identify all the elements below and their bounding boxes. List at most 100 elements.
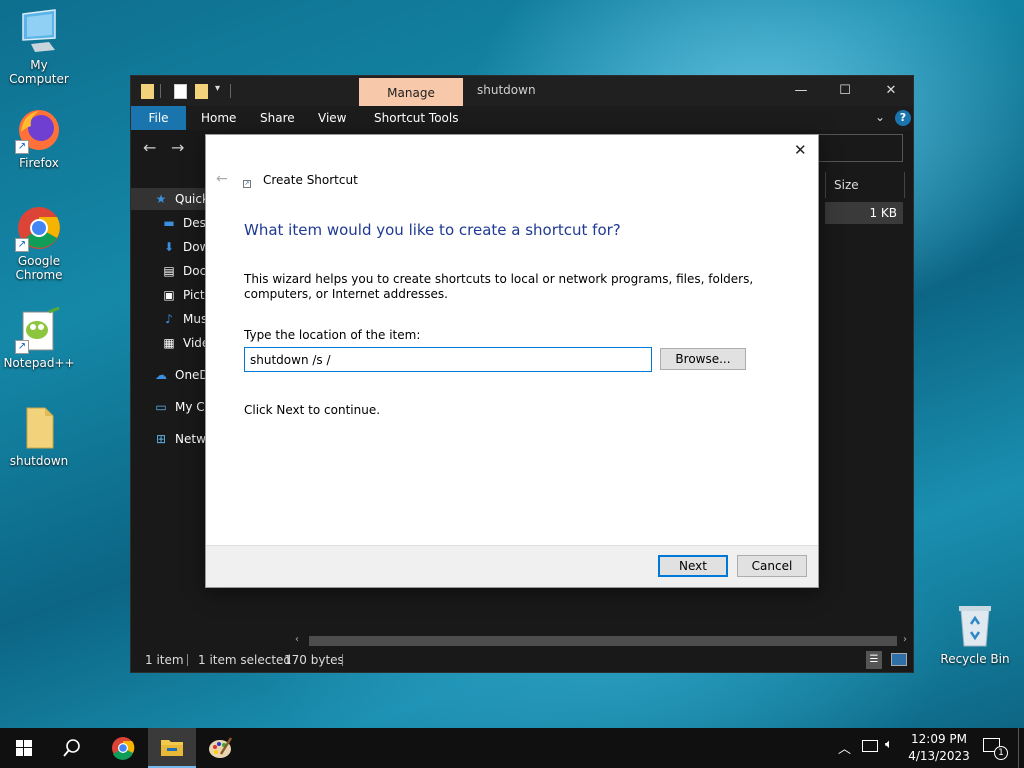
window-title: shutdown [477,83,536,97]
large-icons-view-icon[interactable] [891,653,907,666]
divider [187,654,188,666]
expand-ribbon-icon[interactable]: ⌄ [875,110,885,124]
shortcut-arrow-icon: ↗ [15,340,29,354]
desktop-icon-recycle-bin[interactable]: Recycle Bin [935,602,1015,666]
taskbar-paint[interactable] [197,728,245,768]
desktop-icon-label: shutdown [9,454,69,468]
notification-badge: 1 [994,746,1008,760]
video-icon: ▦ [163,336,175,350]
desktop-icon-label: Firefox [19,156,59,170]
desktop-icon-firefox[interactable]: ↗ Firefox [0,106,79,170]
back-arrow-icon[interactable]: ← [143,138,156,157]
divider [342,654,343,666]
folder-icon [141,84,154,99]
sidebar-item-onedrive[interactable]: ☁ OneD [153,364,209,386]
music-icon: ♪ [165,312,173,326]
shortcut-arrow-icon: ↗ [15,238,29,252]
taskbar-chrome[interactable] [99,728,147,768]
sidebar-item-label: Doc [183,264,207,278]
start-button[interactable] [0,728,48,768]
scroll-left-icon[interactable]: ‹ [295,634,299,645]
divider [160,84,161,98]
close-button[interactable]: ✕ [868,80,914,102]
search-button[interactable] [48,728,96,768]
desktop-icon-notepadpp[interactable]: ↗ Notepad++ [0,306,79,370]
show-hidden-icons-icon[interactable]: ︿ [838,738,851,757]
search-input[interactable] [811,134,903,162]
desktop-folder-icon: ▬ [163,216,175,230]
cancel-button[interactable]: Cancel [737,555,807,577]
document-icon: ▤ [163,264,175,278]
status-bar: 1 item 1 item selected 170 bytes ☰ [131,648,913,672]
column-header-label: Size [834,178,859,192]
dialog-title: Create Shortcut [263,173,358,187]
network-icon: ⊞ [155,432,167,446]
properties-icon[interactable] [174,84,187,99]
clock-date: 4/13/2023 [908,749,970,763]
download-icon: ⬇ [163,240,175,254]
sidebar-item-downloads[interactable]: ⬇ Dow [161,236,209,258]
clock[interactable]: 12:09 PM 4/13/2023 [906,731,972,765]
sidebar-item-my-computer[interactable]: ▭ My Co [153,396,212,418]
column-header-size[interactable]: Size [825,172,905,198]
create-shortcut-dialog: ✕ ← ↗ Create Shortcut What item would yo… [205,134,819,588]
status-selected: 1 item selected [198,653,292,667]
maximize-button[interactable]: ☐ [822,80,868,102]
tab-home[interactable]: Home [201,106,236,130]
sidebar-item-videos[interactable]: ▦ Vide [161,332,209,354]
paint-palette-icon [209,737,233,758]
desktop-icon-label: Notepad++ [3,356,75,370]
browse-button[interactable]: Browse... [660,348,746,370]
tab-shortcut-tools[interactable]: Shortcut Tools [374,106,459,130]
computer-icon [15,8,63,56]
taskbar-file-explorer[interactable] [148,728,196,768]
scroll-right-icon[interactable]: › [903,634,907,645]
cloud-icon: ☁ [155,368,167,382]
instruction-text: Click Next to continue. [244,403,381,417]
dialog-description: This wizard helps you to create shortcut… [244,272,754,301]
sidebar-item-label: Quick [175,192,209,206]
sidebar-item-quick-access[interactable]: ★ Quick [131,188,211,210]
notepadpp-icon: ↗ [15,306,63,354]
chrome-icon [112,737,135,760]
next-button[interactable]: Next [658,555,728,577]
back-arrow-icon[interactable]: ← [216,171,228,187]
firefox-icon: ↗ [15,106,63,154]
divider [230,84,231,98]
tab-view[interactable]: View [318,106,346,130]
sidebar-item-music[interactable]: ♪ Mus [161,308,207,330]
minimize-button[interactable]: — [778,80,824,102]
forward-arrow-icon[interactable]: → [171,138,184,157]
location-label: Type the location of the item: [244,328,421,342]
star-icon: ★ [155,192,167,206]
close-icon[interactable]: ✕ [794,141,807,159]
ribbon-tabs: File Home Share View Shortcut Tools ⌄ ? [131,106,913,130]
location-input[interactable] [244,347,652,372]
file-row-size: 1 KB [825,202,903,224]
file-icon [15,404,63,452]
tab-share[interactable]: Share [260,106,295,130]
desktop-icon-label: Google Chrome [15,254,63,282]
show-desktop-button[interactable] [1018,728,1024,768]
desktop-icon-label: Recycle Bin [940,652,1010,666]
volume-icon[interactable]: 🔈︎ [885,737,893,752]
desktop-icon-my-computer[interactable]: My Computer [0,8,79,86]
desktop-icon-shutdown[interactable]: shutdown [0,404,79,468]
sidebar-item-documents[interactable]: ▤ Doc [161,260,206,282]
network-status-icon[interactable] [862,740,878,752]
search-icon [63,739,80,757]
desktop-icon-chrome[interactable]: ↗ Google Chrome [0,204,79,282]
customize-qa-icon[interactable]: ▾ [215,83,220,94]
folder-icon [161,740,183,756]
horizontal-scrollbar[interactable]: ‹ › [291,634,913,648]
status-size: 170 bytes [284,653,344,667]
help-icon[interactable]: ? [895,110,911,126]
new-folder-icon[interactable] [195,84,208,99]
tab-manage[interactable]: Manage [359,78,463,106]
tab-file[interactable]: File [131,106,186,130]
dialog-footer: Next Cancel [206,545,818,587]
scrollbar-thumb[interactable] [309,636,897,646]
details-view-icon[interactable]: ☰ [866,651,882,669]
shortcut-icon: ↗ [243,180,251,188]
sidebar-item-label: OneD [175,368,209,382]
